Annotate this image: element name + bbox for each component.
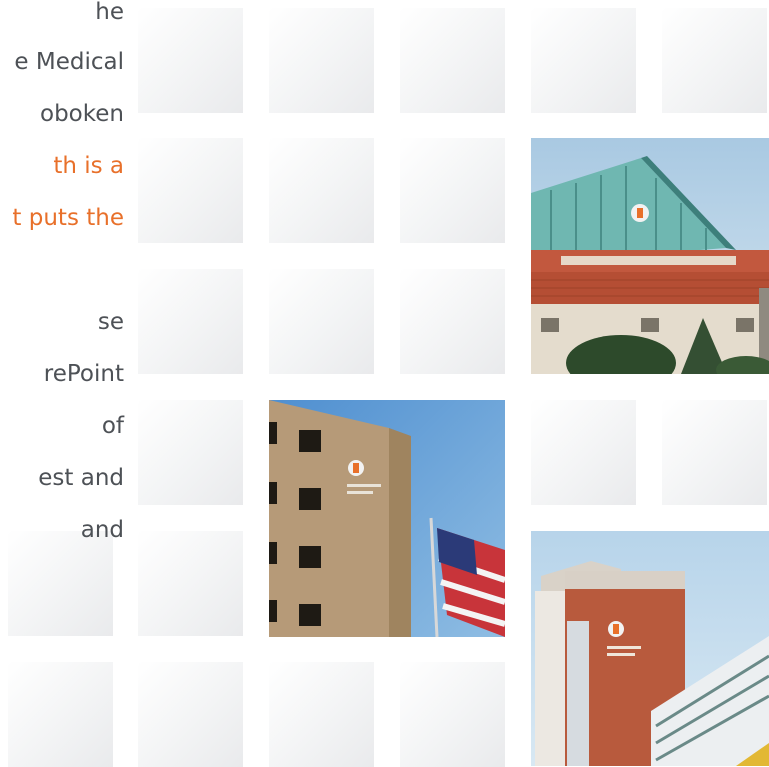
mosaic-tile <box>400 138 505 243</box>
mosaic-tile <box>531 8 636 113</box>
text-line: se <box>97 309 124 335</box>
mosaic-tile <box>269 269 374 374</box>
text-line: est and <box>38 465 124 491</box>
mosaic-tile <box>269 8 374 113</box>
mosaic-tile <box>269 662 374 767</box>
text-line-highlight: t puts the <box>12 205 124 231</box>
mosaic-tile <box>531 400 636 505</box>
mosaic-tile <box>138 8 243 113</box>
hospital-tower-photo <box>531 531 769 766</box>
mosaic-tile <box>138 269 243 374</box>
mosaic-tile <box>662 400 767 505</box>
mosaic-tile <box>138 662 243 767</box>
mosaic-tile <box>269 138 374 243</box>
mosaic-tile <box>400 662 505 767</box>
text-line: of <box>101 413 124 439</box>
mosaic-tile <box>138 138 243 243</box>
text-line: e Medical <box>14 49 124 75</box>
description-text: he e Medical oboken th is a t puts the s… <box>0 0 140 580</box>
text-line-highlight: th is a <box>53 153 124 179</box>
mosaic-tile <box>400 8 505 113</box>
mosaic-tile <box>138 531 243 636</box>
hospital-roof-photo <box>531 138 769 374</box>
mosaic-tile <box>662 8 767 113</box>
mosaic-tile <box>8 662 113 767</box>
text-line: oboken <box>40 101 124 127</box>
text-line: and <box>80 517 124 543</box>
text-line: he <box>95 0 124 25</box>
text-line: rePoint <box>43 361 124 387</box>
hospital-flag-photo <box>269 400 505 637</box>
mosaic-tile <box>400 269 505 374</box>
mosaic-tile <box>138 400 243 505</box>
